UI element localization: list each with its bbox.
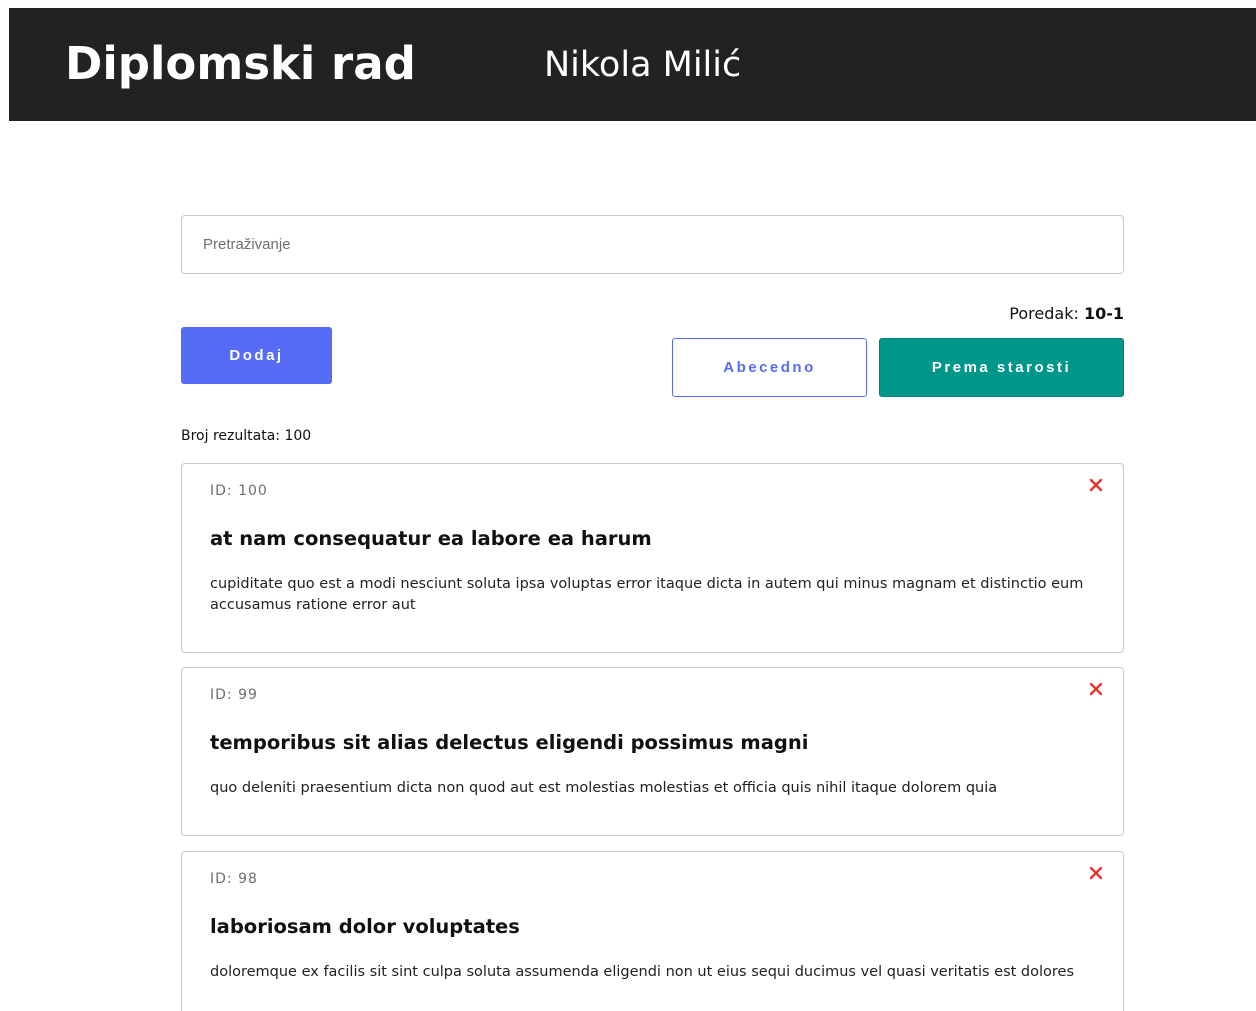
close-icon[interactable] [1087, 864, 1105, 882]
add-button[interactable]: Dodaj [181, 327, 332, 384]
post-id: ID: 100 [210, 483, 268, 499]
post-body: quo deleniti praesentium dicta non quod … [210, 780, 998, 796]
sort-by-age-button[interactable]: Prema starosti [879, 338, 1124, 397]
post-body: doloremque ex facilis sit sint culpa sol… [210, 964, 1075, 980]
post-title: at nam consequatur ea labore ea harum [210, 527, 652, 550]
post-id: ID: 99 [210, 687, 258, 703]
post-card: ID: 98 laboriosam dolor voluptates dolor… [181, 851, 1124, 1011]
post-title: laboriosam dolor voluptates [210, 915, 520, 938]
post-id: ID: 98 [210, 871, 258, 887]
sort-order-label: Poredak: [1009, 304, 1079, 323]
app-header: Diplomski rad Nikola Milić [9, 8, 1256, 121]
sort-order-value: 10-1 [1083, 304, 1124, 323]
author-name: Nikola Milić [544, 45, 742, 85]
post-card: ID: 99 temporibus sit alias delectus eli… [181, 667, 1124, 836]
post-body: cupiditate quo est a modi nesciunt solut… [210, 576, 1084, 613]
results-count-value: 100 [284, 428, 312, 444]
close-icon[interactable] [1087, 680, 1105, 698]
sort-alphabetical-button[interactable]: Abecedno [672, 338, 867, 397]
post-title: temporibus sit alias delectus eligendi p… [210, 731, 809, 754]
search-input[interactable] [181, 215, 1124, 274]
results-count-label: Broj rezultata: [181, 428, 280, 444]
page: Diplomski rad Nikola Milić Poredak: 10-1… [0, 0, 1256, 1011]
results-count: Broj rezultata: 100 [181, 426, 311, 446]
sort-order-indicator: Poredak: 10-1 [1009, 302, 1124, 326]
post-card: ID: 100 at nam consequatur ea labore ea … [181, 463, 1124, 653]
close-icon[interactable] [1087, 476, 1105, 494]
app-title: Diplomski rad [65, 37, 416, 90]
